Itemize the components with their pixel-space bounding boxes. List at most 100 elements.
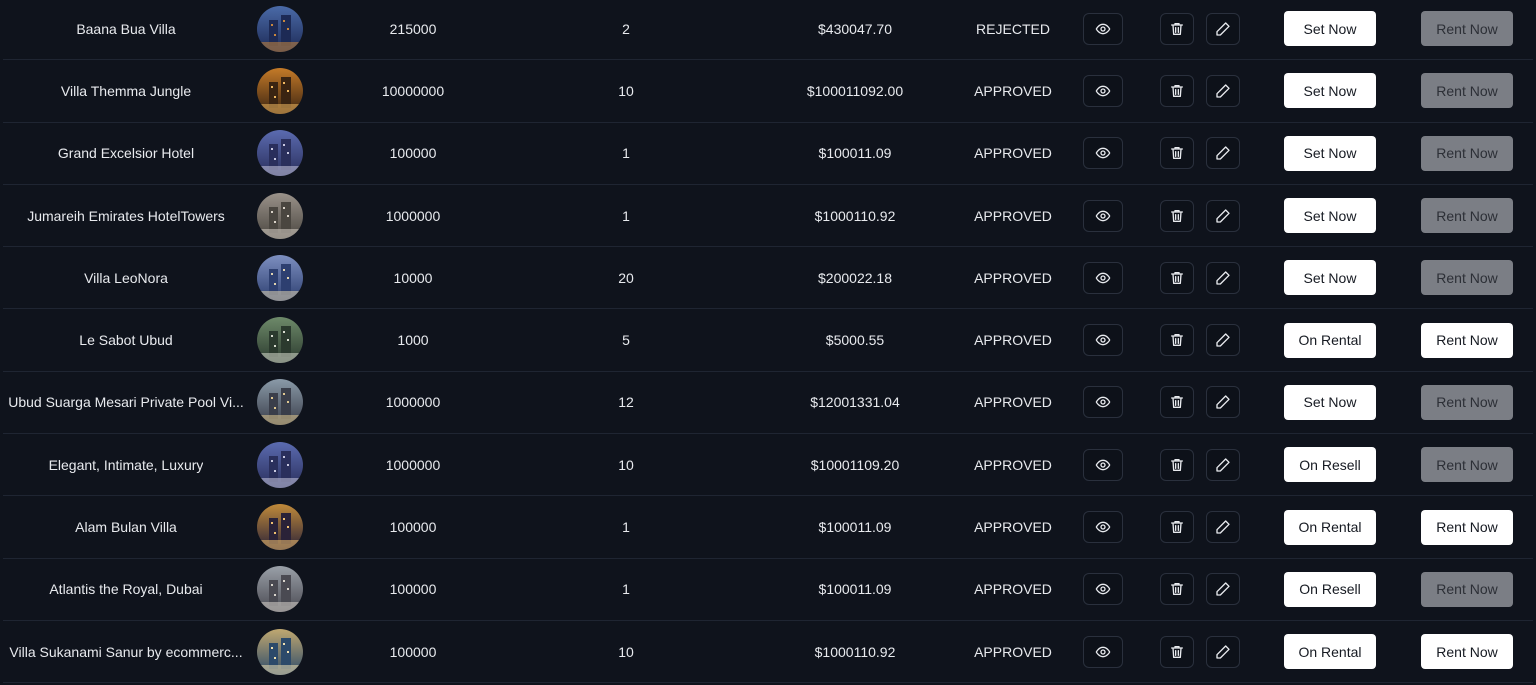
set-cell: Set Now [1284, 123, 1376, 184]
delete-button[interactable] [1160, 386, 1194, 419]
set-now-button[interactable]: On Rental [1284, 509, 1376, 545]
set-now-button[interactable]: On Resell [1284, 447, 1376, 483]
delete-button[interactable] [1160, 261, 1194, 294]
pencil-icon [1215, 270, 1231, 286]
set-cell: On Rental [1284, 621, 1376, 682]
share-value: 10 [618, 456, 634, 473]
table-row: Villa Sukanami Sanur by ecommerc... 1000… [3, 621, 1533, 684]
property-thumbnail-cell [253, 621, 307, 682]
status-badge: APPROVED [974, 456, 1052, 473]
set-cell: Set Now [1284, 247, 1376, 308]
trash-icon [1169, 21, 1185, 37]
rent-now-button: Rent Now [1421, 73, 1513, 109]
set-now-button[interactable]: Set Now [1284, 73, 1376, 109]
table-row: Atlantis the Royal, Dubai 100000 1 $1000… [3, 559, 1533, 621]
share-cell: 10 [546, 60, 706, 121]
set-now-button[interactable]: On Rental [1284, 634, 1376, 670]
rent-now-button[interactable]: Rent Now [1421, 509, 1513, 545]
set-cell: Set Now [1284, 60, 1376, 121]
edit-button[interactable] [1206, 573, 1240, 606]
units-value: 10000 [393, 269, 433, 286]
edit-button[interactable] [1206, 511, 1240, 544]
set-now-button[interactable]: Set Now [1284, 260, 1376, 296]
set-now-button[interactable]: On Resell [1284, 571, 1376, 607]
rent-now-button[interactable]: Rent Now [1421, 634, 1513, 670]
units-cell: 100000 [333, 621, 493, 682]
view-button[interactable] [1083, 635, 1123, 668]
property-thumbnail-cell [253, 247, 307, 308]
edit-button[interactable] [1206, 74, 1240, 107]
property-name-cell: Grand Excelsior Hotel [3, 123, 249, 184]
price-value: $1000110.92 [814, 207, 896, 224]
property-thumbnail [257, 628, 303, 675]
property-thumbnail-cell [253, 185, 307, 246]
delete-button[interactable] [1160, 199, 1194, 232]
property-name-cell: Ubud Suarga Mesari Private Pool Vi... [3, 372, 249, 433]
rent-cell: Rent Now [1421, 496, 1513, 557]
set-now-button[interactable]: On Rental [1284, 322, 1376, 358]
price-cell: $100011.09 [755, 123, 955, 184]
view-cell [1083, 0, 1123, 59]
set-now-button[interactable]: Set Now [1284, 384, 1376, 420]
set-cell: Set Now [1284, 185, 1376, 246]
share-cell: 1 [546, 559, 706, 620]
view-button[interactable] [1083, 137, 1123, 170]
view-button[interactable] [1083, 74, 1123, 107]
edit-button[interactable] [1206, 324, 1240, 357]
delete-button[interactable] [1160, 511, 1194, 544]
view-button[interactable] [1083, 199, 1123, 232]
delete-cell [1160, 60, 1194, 121]
edit-button[interactable] [1206, 261, 1240, 294]
pencil-icon [1215, 83, 1231, 99]
trash-icon [1169, 644, 1185, 660]
set-now-button[interactable]: Set Now [1284, 135, 1376, 171]
eye-icon [1095, 208, 1111, 224]
edit-button[interactable] [1206, 386, 1240, 419]
rent-cell: Rent Now [1421, 185, 1513, 246]
view-button[interactable] [1083, 386, 1123, 419]
edit-button[interactable] [1206, 12, 1240, 45]
delete-button[interactable] [1160, 448, 1194, 481]
property-name-cell: Alam Bulan Villa [3, 496, 249, 557]
set-now-button[interactable]: Set Now [1284, 198, 1376, 234]
delete-button[interactable] [1160, 573, 1194, 606]
status-cell: APPROVED [953, 559, 1073, 620]
delete-button[interactable] [1160, 324, 1194, 357]
share-cell: 1 [546, 185, 706, 246]
units-cell: 10000 [333, 247, 493, 308]
edit-button[interactable] [1206, 137, 1240, 170]
set-now-button[interactable]: Set Now [1284, 11, 1376, 47]
rent-cell: Rent Now [1421, 621, 1513, 682]
delete-button[interactable] [1160, 137, 1194, 170]
rent-now-button[interactable]: Rent Now [1421, 322, 1513, 358]
trash-icon [1169, 270, 1185, 286]
view-button[interactable] [1083, 573, 1123, 606]
trash-icon [1169, 519, 1185, 535]
delete-button[interactable] [1160, 74, 1194, 107]
set-cell: Set Now [1284, 372, 1376, 433]
units-value: 100000 [389, 581, 437, 598]
share-value: 10 [618, 82, 634, 99]
edit-button[interactable] [1206, 448, 1240, 481]
view-button[interactable] [1083, 12, 1123, 45]
eye-icon [1095, 21, 1111, 37]
share-value: 20 [618, 269, 634, 286]
price-value: $1000110.92 [814, 643, 896, 660]
table-row: Elegant, Intimate, Luxury 1000000 10 $10… [3, 434, 1533, 497]
view-button[interactable] [1083, 511, 1123, 544]
delete-button[interactable] [1160, 12, 1194, 45]
delete-button[interactable] [1160, 635, 1194, 668]
share-cell: 1 [546, 496, 706, 557]
status-badge: APPROVED [974, 581, 1052, 598]
view-button[interactable] [1083, 261, 1123, 294]
status-cell: APPROVED [953, 496, 1073, 557]
edit-cell [1206, 60, 1240, 121]
property-thumbnail [257, 441, 303, 488]
view-button[interactable] [1083, 448, 1123, 481]
status-badge: APPROVED [974, 82, 1052, 99]
view-button[interactable] [1083, 324, 1123, 357]
edit-button[interactable] [1206, 199, 1240, 232]
delete-cell [1160, 123, 1194, 184]
share-cell: 10 [546, 621, 706, 682]
edit-button[interactable] [1206, 635, 1240, 668]
